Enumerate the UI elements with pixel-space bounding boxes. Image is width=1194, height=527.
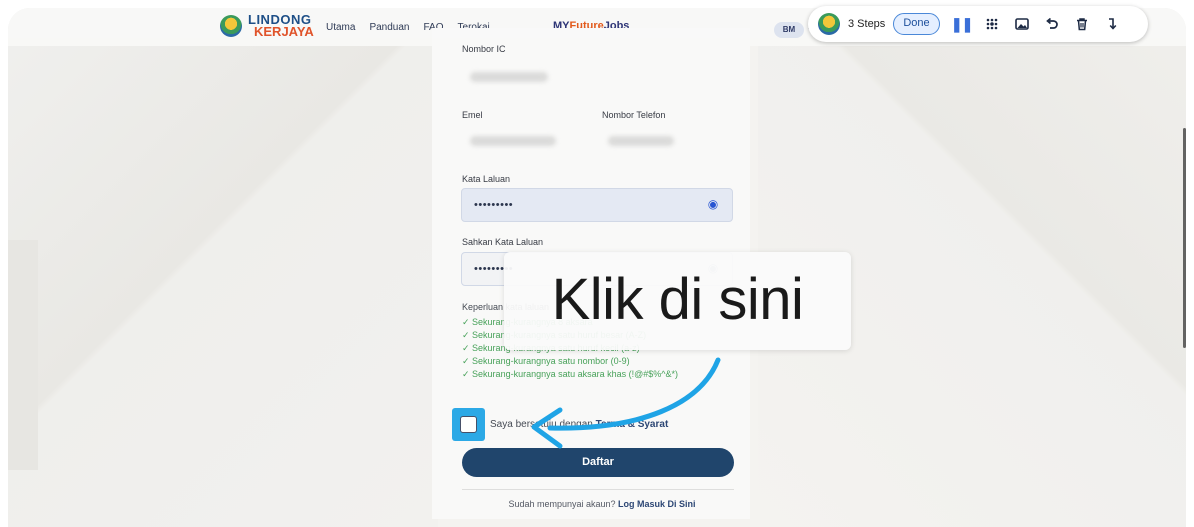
undo-icon[interactable]	[1044, 16, 1060, 32]
logo-icon	[220, 15, 242, 37]
terms-link[interactable]: Terma & Syarat	[596, 419, 669, 430]
done-button[interactable]: Done	[893, 13, 940, 35]
password-field[interactable]: ••••••••• ◉	[461, 188, 733, 222]
background-shape	[8, 240, 38, 470]
logo-icon	[818, 13, 840, 35]
download-icon[interactable]	[1104, 16, 1120, 32]
phone-value-blurred	[608, 136, 674, 146]
brand-line2: KERJAYA	[254, 24, 314, 39]
password-label: Kata Laluan	[462, 174, 511, 184]
steps-count: 3 Steps	[848, 18, 886, 30]
ic-label: Nombor IC	[462, 44, 506, 54]
email-label: Emel	[462, 110, 483, 120]
language-bm-button[interactable]: BM	[774, 22, 804, 38]
terms-agreement: Saya bersetuju dengan Terma & Syarat	[490, 419, 669, 430]
page-scrollbar[interactable]	[1183, 128, 1186, 348]
email-value-blurred	[470, 136, 556, 146]
blur-icon[interactable]	[984, 16, 1000, 32]
checkbox-highlight	[452, 408, 485, 441]
trash-icon[interactable]	[1074, 16, 1090, 32]
terms-checkbox[interactable]	[460, 416, 477, 433]
site-logo[interactable]: LINDONG KERJAYA	[220, 13, 314, 39]
nav-panduan[interactable]: Panduan	[369, 22, 409, 33]
password-value: •••••••••	[474, 199, 514, 211]
background-left	[8, 8, 438, 527]
requirement-item: ✓ Sekurang-kurangnya satu aksara khas (!…	[462, 369, 679, 379]
nav-utama[interactable]: Utama	[326, 22, 355, 33]
login-prompt: Sudah mempunyai akaun? Log Masuk Di Sini	[508, 499, 696, 509]
image-icon[interactable]	[1014, 16, 1030, 32]
pause-icon[interactable]: ❚❚	[951, 16, 973, 32]
click-hint-callout: Klik di sini	[504, 252, 851, 350]
phone-label: Nombor Telefon	[602, 110, 666, 120]
login-link[interactable]: Log Masuk Di Sini	[618, 499, 696, 509]
recorder-toolbar: 3 Steps Done ❚❚	[808, 6, 1148, 42]
register-button[interactable]: Daftar	[462, 448, 734, 477]
confirm-password-label: Sahkan Kata Laluan	[462, 237, 544, 247]
divider	[462, 489, 734, 490]
eye-icon[interactable]: ◉	[706, 197, 720, 211]
ic-value-blurred	[470, 72, 548, 82]
requirement-item: ✓ Sekurang-kurangnya satu nombor (0-9)	[462, 356, 630, 366]
